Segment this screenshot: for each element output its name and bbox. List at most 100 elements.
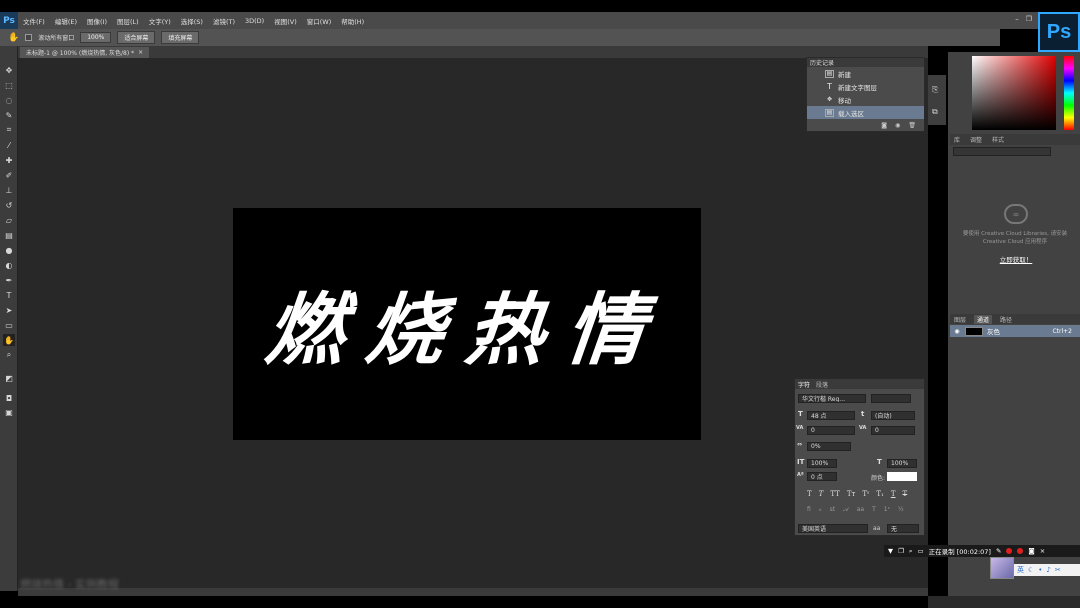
type-tool-icon[interactable]: T <box>3 289 15 301</box>
close-icon[interactable]: × <box>1040 547 1045 555</box>
restore-icon[interactable]: ❐ <box>1026 15 1032 23</box>
stop-icon[interactable] <box>1017 548 1024 554</box>
move-tool-icon[interactable]: ✥ <box>3 64 15 76</box>
tab-paths[interactable]: 路径 <box>1000 315 1012 324</box>
language-select[interactable]: 美国英语 <box>798 524 868 533</box>
tools-icon[interactable]: ✂ <box>1055 566 1061 574</box>
menu-help[interactable]: 帮助(H) <box>336 16 369 26</box>
healing-brush-icon[interactable]: ✚ <box>3 154 15 166</box>
strikethrough-icon[interactable]: T <box>903 490 908 498</box>
marquee-tool-icon[interactable]: ⬚ <box>3 79 15 91</box>
record-icon[interactable] <box>1006 548 1013 554</box>
anti-alias-select[interactable]: 无 <box>887 524 919 533</box>
fill-screen-button[interactable]: 填充屏幕 <box>161 31 200 44</box>
all-caps-icon[interactable]: TT <box>830 490 839 498</box>
window-icon[interactable]: ❐ <box>898 547 904 555</box>
dropdown-icon[interactable]: ▼ <box>888 547 893 555</box>
tab-adjustments[interactable]: 调整 <box>970 135 982 144</box>
pen-tool-icon[interactable]: ✒ <box>3 274 15 286</box>
fit-screen-button[interactable]: 适合屏幕 <box>117 31 156 44</box>
tab-channels[interactable]: 通道 <box>974 314 993 324</box>
menu-image[interactable]: 图像(I) <box>82 16 112 26</box>
tab-libraries[interactable]: 库 <box>954 135 960 144</box>
font-style-select[interactable] <box>871 394 911 403</box>
ordinals-icon[interactable]: 1ˢ <box>884 506 890 514</box>
document-canvas[interactable]: 燃烧热情 <box>233 208 701 440</box>
snapshot-icon[interactable]: ◙ <box>881 122 887 129</box>
get-now-link[interactable]: 立即获取！ <box>988 254 1044 264</box>
color-picker-field[interactable] <box>972 56 1056 130</box>
quick-select-icon[interactable]: ✎ <box>3 109 15 121</box>
close-icon[interactable]: × <box>138 49 143 56</box>
search-icon[interactable]: ⌕ <box>909 547 913 556</box>
quick-mask-icon[interactable]: ◘ <box>3 392 15 404</box>
history-item[interactable]: ▤ 载入选区 <box>807 106 924 119</box>
gradient-tool-icon[interactable]: ▤ <box>3 229 15 241</box>
tsume-field[interactable]: 0% <box>807 442 851 451</box>
menu-edit[interactable]: 编辑(E) <box>50 16 82 26</box>
ligature-icon[interactable]: fi <box>807 506 811 514</box>
crop-tool-icon[interactable]: ⌗ <box>3 124 15 136</box>
punctuation-icon[interactable]: • <box>1038 566 1042 574</box>
history-item[interactable]: ▤ 新建 <box>807 67 924 80</box>
kerning-field[interactable]: 0 <box>807 426 855 435</box>
menu-type[interactable]: 文字(Y) <box>144 16 176 26</box>
camera-icon[interactable]: ◙ <box>1028 547 1034 555</box>
document-tab[interactable]: 未标题-1 @ 100% (燃烧热情, 灰色/8) * × <box>20 47 150 58</box>
fractions-icon[interactable]: ½ <box>898 506 904 514</box>
shape-tool-icon[interactable]: ▭ <box>3 319 15 331</box>
properties-dock-icon[interactable]: ⧉ <box>932 107 938 117</box>
history-item[interactable]: T 新建文字图层 <box>807 80 924 93</box>
hue-slider[interactable] <box>1064 56 1074 130</box>
screen-icon[interactable]: ▭ <box>917 547 923 555</box>
camera-icon[interactable]: ◉ <box>895 122 900 129</box>
eraser-tool-icon[interactable]: ▱ <box>3 214 15 226</box>
brush-tool-icon[interactable]: ✐ <box>3 169 15 181</box>
eye-icon[interactable]: ◉ <box>953 327 961 335</box>
screen-mode-icon[interactable]: ▣ <box>3 406 15 418</box>
alternates-icon[interactable]: aa <box>857 506 864 514</box>
zoom-tool-icon[interactable]: ⌕ <box>3 349 15 361</box>
path-select-icon[interactable]: ➤ <box>3 304 15 316</box>
menu-file[interactable]: 文件(F) <box>18 16 50 26</box>
superscript-icon[interactable]: Tˢ <box>862 490 869 498</box>
eyedropper-icon[interactable]: ⁄ <box>3 139 15 151</box>
mic-icon[interactable]: ♪ <box>1046 566 1050 574</box>
menu-window[interactable]: 窗口(W) <box>302 16 337 26</box>
color-swatches-icon[interactable]: ◩ <box>3 372 15 384</box>
history-dock-icon[interactable]: ⎘ <box>932 85 938 95</box>
pen-icon[interactable]: ✎ <box>996 547 1001 555</box>
horizontal-scale-field[interactable]: 100% <box>887 459 917 468</box>
library-select[interactable] <box>953 147 1051 156</box>
menu-layer[interactable]: 图层(L) <box>112 16 144 26</box>
scroll-all-checkbox[interactable] <box>25 34 33 41</box>
tab-paragraph[interactable]: 段落 <box>816 380 828 389</box>
faux-italic-icon[interactable]: T <box>819 490 824 498</box>
minimize-icon[interactable]: – <box>1015 15 1019 23</box>
trash-icon[interactable]: 🗑 <box>908 122 916 129</box>
history-panel-title[interactable]: 历史记录 <box>807 58 924 67</box>
ornament-icon[interactable]: ℴ <box>819 506 822 514</box>
blur-tool-icon[interactable]: ● <box>3 244 15 256</box>
dodge-tool-icon[interactable]: ◐ <box>3 259 15 271</box>
titling-icon[interactable]: T <box>872 506 876 514</box>
tab-character[interactable]: 字符 <box>798 380 810 389</box>
tab-styles[interactable]: 样式 <box>992 135 1004 144</box>
text-color-swatch[interactable] <box>887 472 917 481</box>
tracking-field[interactable]: 0 <box>871 426 915 435</box>
lasso-tool-icon[interactable]: ◌ <box>3 94 15 106</box>
subscript-icon[interactable]: T₁ <box>876 490 883 498</box>
moon-icon[interactable]: ☾ <box>1028 566 1034 574</box>
stamp-tool-icon[interactable]: ⊥ <box>3 184 15 196</box>
history-brush-icon[interactable]: ↺ <box>3 199 15 211</box>
tab-layers[interactable]: 图层 <box>954 315 966 324</box>
menu-select[interactable]: 选择(S) <box>176 16 208 26</box>
leading-field[interactable]: (自动) <box>871 411 915 420</box>
swash-icon[interactable]: 𝒜 <box>843 506 849 514</box>
hand-tool-icon[interactable]: ✋ <box>3 334 15 346</box>
channel-row[interactable]: ◉ 灰色 Ctrl+2 <box>950 325 1080 337</box>
vertical-scale-field[interactable]: 100% <box>807 459 837 468</box>
small-caps-icon[interactable]: Tт <box>847 490 856 498</box>
ime-language[interactable]: 英 <box>1017 565 1024 575</box>
font-family-select[interactable]: 华文行楷 Reg... <box>798 394 866 403</box>
